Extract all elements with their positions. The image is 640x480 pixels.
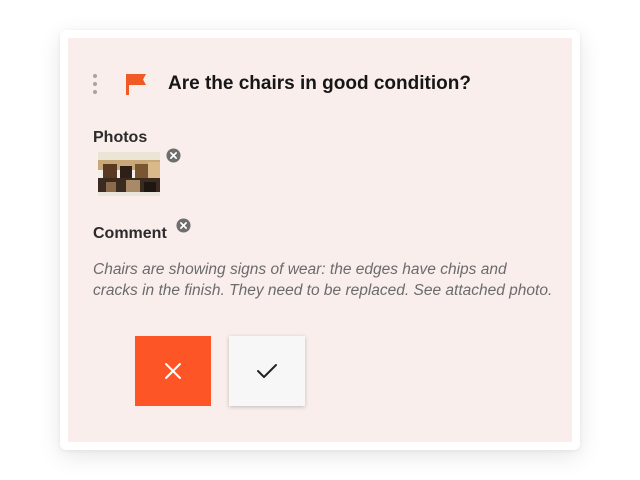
checklist-item-card: Are the chairs in good condition? Photos… <box>68 38 572 442</box>
close-icon <box>165 363 181 379</box>
check-icon <box>257 364 277 378</box>
reject-button[interactable] <box>135 336 211 406</box>
photos-label: Photos <box>93 129 148 146</box>
accept-button[interactable] <box>229 336 305 406</box>
question-title: Are the chairs in good condition? <box>168 73 471 94</box>
remove-photo-icon[interactable] <box>166 148 181 163</box>
photo-thumbnail[interactable] <box>98 152 160 196</box>
comment-label: Comment <box>93 225 167 242</box>
drag-handle-icon[interactable] <box>92 74 98 94</box>
flag-icon[interactable] <box>125 72 149 96</box>
comment-text: Chairs are showing signs of wear: the ed… <box>93 261 553 299</box>
remove-comment-icon[interactable] <box>176 218 191 233</box>
